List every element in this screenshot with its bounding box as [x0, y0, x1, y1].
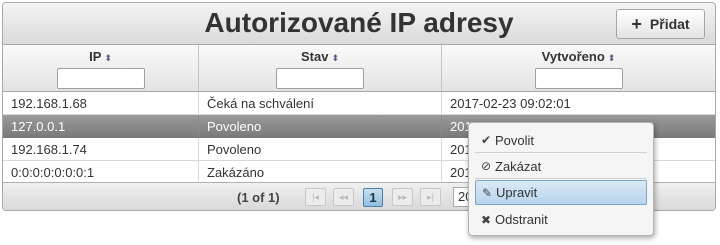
sort-icon[interactable]: ⬍: [331, 53, 339, 63]
created-cell: 2017-02-23 09:02:01: [450, 96, 571, 111]
sort-icon[interactable]: ⬍: [608, 53, 616, 63]
column-headers: IP ⬍ Stav ⬍ Vytvořeno ⬍: [3, 45, 715, 92]
next-page-icon[interactable]: ▸▸: [392, 188, 413, 206]
last-page-icon[interactable]: ▸|: [420, 188, 441, 206]
status-cell: Povoleno: [199, 115, 442, 137]
add-button[interactable]: + Přidat: [616, 9, 705, 39]
first-page-icon[interactable]: |◂: [305, 188, 326, 206]
status-filter-input[interactable]: [276, 68, 364, 89]
edit-icon: ✎: [481, 185, 493, 200]
menu-item-odstranit[interactable]: ✖ Odstranit: [475, 207, 647, 232]
column-header-status[interactable]: Stav ⬍: [199, 45, 442, 91]
context-menu: ✔ Povolit ⊘ Zakázat ✎ Upravit ✖ Odstrani…: [468, 122, 654, 236]
column-header-ip[interactable]: IP ⬍: [3, 45, 199, 91]
menu-item-label: Upravit: [496, 185, 538, 200]
add-button-label: Přidat: [649, 16, 690, 32]
prev-page-icon[interactable]: ◂◂: [333, 188, 354, 206]
status-cell: Zakázáno: [199, 161, 442, 183]
ip-filter-input[interactable]: [56, 68, 145, 89]
menu-item-label: Odstranit: [495, 212, 548, 227]
page-report: (1 of 1): [237, 190, 280, 205]
status-cell: Povoleno: [199, 138, 442, 160]
ip-cell: 127.0.0.1: [3, 115, 199, 137]
ban-icon: ⊘: [480, 159, 492, 173]
menu-item-zakazat[interactable]: ⊘ Zakázat: [475, 154, 647, 179]
page-1-button[interactable]: 1: [363, 188, 383, 207]
column-header-created[interactable]: Vytvořeno ⬍: [442, 45, 715, 91]
ip-cell: 0:0:0:0:0:0:0:1: [3, 161, 199, 183]
plus-icon: +: [631, 14, 642, 34]
table-header: Autorizované IP adresy + Přidat: [3, 3, 715, 45]
column-label: Vytvořeno: [541, 49, 605, 64]
column-label: IP: [89, 49, 102, 64]
sort-icon[interactable]: ⬍: [104, 53, 112, 63]
table-row[interactable]: 192.168.1.68 Čeká na schválení 2017-02-2…: [3, 92, 715, 115]
close-icon: ✖: [480, 212, 492, 227]
ip-cell: 192.168.1.68: [3, 92, 199, 114]
status-cell: Čeká na schválení: [199, 92, 442, 114]
check-icon: ✔: [480, 133, 492, 147]
page-title: Autorizované IP adresy: [204, 7, 514, 38]
created-filter-input[interactable]: [534, 68, 623, 89]
menu-item-povolit[interactable]: ✔ Povolit: [475, 128, 647, 153]
menu-item-label: Zakázat: [495, 158, 542, 174]
ip-cell: 192.168.1.74: [3, 138, 199, 160]
column-label: Stav: [300, 49, 329, 64]
menu-item-label: Povolit: [495, 132, 535, 148]
menu-item-upravit[interactable]: ✎ Upravit: [475, 180, 647, 205]
